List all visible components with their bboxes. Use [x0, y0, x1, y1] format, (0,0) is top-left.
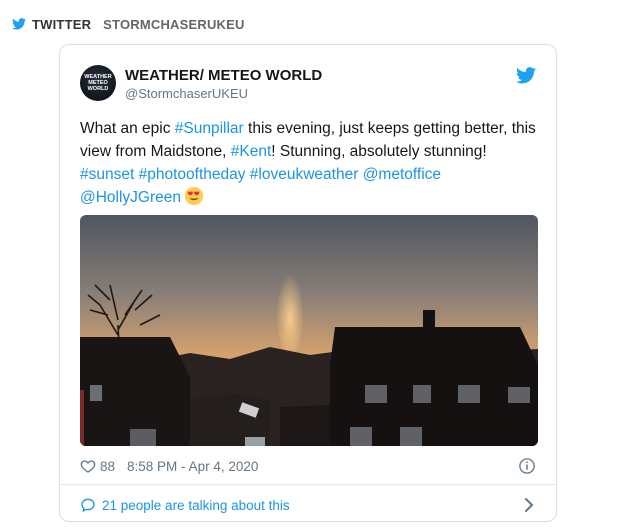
- heart-icon[interactable]: [80, 458, 96, 474]
- mention-link[interactable]: @HollyJGreen: [80, 189, 181, 206]
- speech-bubble-icon: [81, 498, 95, 513]
- hashtag-link[interactable]: #sunset: [80, 166, 134, 183]
- tweet-card[interactable]: WEATHER METEO WORLD WEATHER/ METEO WORLD…: [59, 44, 557, 522]
- sunset-photo-image: [80, 215, 538, 446]
- hashtag-link[interactable]: #loveukweather: [250, 166, 359, 183]
- like-count[interactable]: 88: [100, 459, 115, 474]
- tweet-photo[interactable]: [80, 215, 538, 446]
- hashtag-link[interactable]: #Sunpillar: [175, 120, 244, 137]
- twitter-logo-icon[interactable]: [516, 67, 536, 84]
- hashtag-link[interactable]: #photooftheday: [139, 166, 246, 183]
- embed-header: TWITTER STORMCHASERUKEU: [12, 14, 245, 34]
- mention-link[interactable]: @metoffice: [363, 166, 441, 183]
- tweet-text: What an epic #Sunpillar this evening, ju…: [80, 117, 540, 209]
- avatar[interactable]: WEATHER METEO WORLD: [80, 65, 116, 101]
- twitter-bird-icon: [12, 18, 26, 30]
- hashtag-link[interactable]: #Kent: [231, 143, 272, 160]
- author-handle[interactable]: @StormchaserUKEU: [125, 86, 248, 101]
- tweet-text-segment: ! Stunning, absolutely stunning!: [271, 143, 487, 160]
- source-label: TWITTER: [32, 16, 92, 32]
- tweet-meta: 88 8:58 PM - Apr 4, 2020: [80, 458, 258, 474]
- avatar-text-line: WORLD: [87, 86, 109, 92]
- heart-eyes-emoji-icon: [185, 187, 204, 205]
- chevron-right-icon[interactable]: [524, 497, 534, 513]
- tweet-text-segment: What an epic: [80, 120, 175, 137]
- account-label[interactable]: STORMCHASERUKEU: [103, 17, 244, 32]
- author-name[interactable]: WEATHER/ METEO WORLD: [125, 67, 322, 84]
- info-icon[interactable]: [518, 457, 536, 475]
- tweet-timestamp[interactable]: 8:58 PM - Apr 4, 2020: [127, 459, 258, 474]
- divider: [60, 484, 556, 485]
- conversation-link[interactable]: 21 people are talking about this: [80, 497, 290, 513]
- conversation-text[interactable]: 21 people are talking about this: [102, 498, 290, 513]
